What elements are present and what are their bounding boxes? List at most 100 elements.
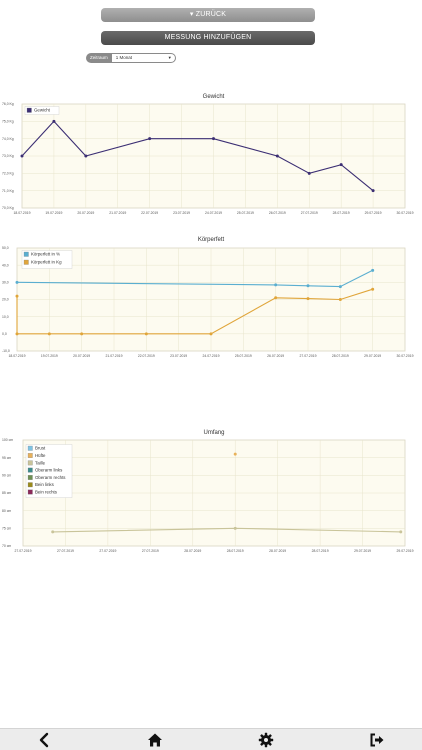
x-tick-label: 30.07.2019 xyxy=(397,211,414,215)
legend-label: Oberarm links xyxy=(35,468,63,473)
data-point xyxy=(233,526,237,530)
data-point xyxy=(84,154,88,158)
y-tick-label: 75 cm xyxy=(2,527,11,531)
data-point xyxy=(148,137,152,141)
x-tick-label: 21.07.2019 xyxy=(109,211,126,215)
x-tick-label: 28.07.2019 xyxy=(332,354,349,358)
period-selector[interactable]: Zeitraum 1 Monat ▼ xyxy=(86,53,176,63)
data-point xyxy=(15,280,19,284)
data-point xyxy=(274,296,278,300)
period-value: 1 Monat xyxy=(115,55,133,60)
legend-swatch xyxy=(27,475,33,480)
data-point xyxy=(20,154,24,158)
x-tick-label: 30.07.2019 xyxy=(397,354,414,358)
y-tick-label: -10,0 xyxy=(2,349,10,353)
x-tick-label: 29.07.2019 xyxy=(354,549,371,553)
y-tick-label: 73,0 Kg xyxy=(2,154,14,158)
data-point xyxy=(274,283,278,287)
legend-swatch xyxy=(26,107,32,113)
chart-title: Körperfett xyxy=(198,237,225,243)
gear-icon[interactable] xyxy=(258,732,274,748)
legend-label: Gewicht xyxy=(34,108,51,113)
data-point xyxy=(80,332,84,336)
x-tick-label: 20.07.2019 xyxy=(73,354,90,358)
bottom-nav-bar xyxy=(0,728,422,750)
data-point xyxy=(339,163,343,167)
data-point xyxy=(47,332,51,336)
legend-swatch xyxy=(27,460,33,466)
y-tick-label: 40,0 xyxy=(2,263,9,267)
x-tick-label: 29.07.2019 xyxy=(397,549,414,553)
x-tick-label: 27.07.2019 xyxy=(300,354,317,358)
y-tick-label: 75,0 Kg xyxy=(2,120,14,124)
data-point xyxy=(371,287,375,291)
x-tick-label: 22.07.2019 xyxy=(138,354,155,358)
y-tick-label: 72,0 Kg xyxy=(2,172,14,176)
x-tick-label: 25.07.2019 xyxy=(237,211,254,215)
x-tick-label: 28.07.2019 xyxy=(312,549,329,553)
y-tick-label: 90 cm xyxy=(2,474,11,478)
data-point xyxy=(209,332,213,336)
y-tick-label: 10,0 xyxy=(2,315,9,319)
data-point xyxy=(144,332,148,336)
y-tick-label: 30,0 xyxy=(2,281,9,285)
data-point xyxy=(212,137,215,141)
x-tick-label: 24.07.2019 xyxy=(203,354,220,358)
legend-label: Körperfett in % xyxy=(31,252,60,257)
y-tick-label: 20,0 xyxy=(2,298,9,302)
data-point xyxy=(371,268,375,272)
legend-label: Bein rechts xyxy=(35,490,58,495)
data-point xyxy=(52,119,56,123)
y-tick-label: 71,0 Kg xyxy=(2,189,14,193)
data-point xyxy=(15,294,19,298)
data-point xyxy=(399,530,403,534)
legend-label: Brust xyxy=(35,446,46,451)
x-tick-label: 29.07.2019 xyxy=(364,354,381,358)
legend-swatch xyxy=(23,259,29,265)
x-tick-label: 21.07.2019 xyxy=(106,354,123,358)
data-point xyxy=(338,298,342,301)
y-tick-label: 70,0 Kg xyxy=(2,206,14,210)
page: { "buttons": { "back_label": "▾ ZURÜCK",… xyxy=(0,0,422,750)
y-tick-label: 85 cm xyxy=(2,491,11,495)
data-point xyxy=(307,171,311,175)
period-select[interactable]: 1 Monat ▼ xyxy=(111,53,176,63)
legend-label: Bein links xyxy=(35,482,55,487)
y-tick-label: 95 cm xyxy=(2,456,11,460)
legend-swatch xyxy=(27,453,33,458)
legend-swatch xyxy=(27,445,33,451)
circumference-chart: Umfang 27.07.2019 27.07.2019 27.07.2019 27.0… xyxy=(2,430,414,553)
legend-swatch xyxy=(27,489,33,495)
data-point xyxy=(233,452,237,456)
x-tick-label: 28.07.2019 xyxy=(269,549,286,553)
data-point xyxy=(275,154,279,158)
data-point xyxy=(15,332,19,336)
x-tick-label: 22.07.2019 xyxy=(141,211,158,215)
bodyfat-chart: Körperfett 18.07.2019 19.07.2019 20.07.2019… xyxy=(2,237,414,358)
logout-icon[interactable] xyxy=(369,732,385,748)
y-tick-label: 70 cm xyxy=(2,544,11,548)
x-tick-label: 28.07.2019 xyxy=(333,211,350,215)
legend-label: Oberarm rechts xyxy=(35,475,66,480)
x-tick-label: 27.07.2019 xyxy=(99,549,116,553)
data-point xyxy=(306,284,310,288)
add-measurement-button[interactable]: MESSUNG HINZUFÜGEN xyxy=(101,31,315,45)
x-tick-label: 28.07.2019 xyxy=(184,549,201,553)
data-point xyxy=(338,285,342,289)
x-tick-label: 26.07.2019 xyxy=(267,354,284,358)
back-button[interactable]: ▾ ZURÜCK xyxy=(101,8,315,22)
legend-label: Hüfte xyxy=(35,453,46,458)
x-tick-label: 19.07.2019 xyxy=(45,211,62,215)
x-tick-label: 24.07.2019 xyxy=(205,211,222,215)
data-point xyxy=(371,189,375,193)
x-tick-label: 29.07.2019 xyxy=(365,211,382,215)
x-tick-label: 23.07.2019 xyxy=(173,211,190,215)
x-tick-label: 28.07.2019 xyxy=(227,549,244,553)
legend-swatch xyxy=(27,467,33,473)
home-icon[interactable] xyxy=(147,732,163,748)
x-tick-label: 23.07.2019 xyxy=(170,354,187,358)
y-tick-label: 0,0 xyxy=(2,332,7,336)
chevron-left-icon[interactable] xyxy=(37,732,53,748)
weight-chart: Gewicht 18.07.2019 19.07.2019 20.07.2019 21.… xyxy=(2,94,414,215)
x-tick-label: 18.07.2019 xyxy=(9,354,26,358)
